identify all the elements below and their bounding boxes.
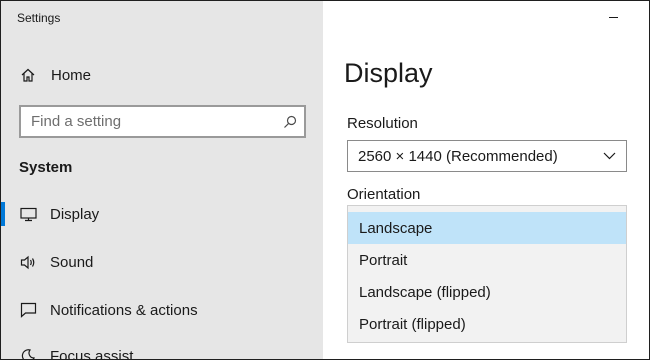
settings-window: Settings Home System [1,1,649,359]
resolution-value: 2560 × 1440 (Recommended) [358,147,558,165]
orientation-option-portrait-flipped[interactable]: Portrait (flipped) [348,308,626,340]
sidebar-item-label: Notifications & actions [50,301,198,319]
section-title: System [19,159,73,176]
search-box[interactable] [19,105,306,138]
home-nav-item[interactable]: Home [1,57,323,93]
message-icon [19,301,37,319]
home-icon [19,66,37,84]
sidebar-item-notifications[interactable]: Notifications & actions [1,290,323,330]
orientation-dropdown-list: Landscape Portrait Landscape (flipped) P… [347,205,627,343]
sidebar-item-display[interactable]: Display [1,194,323,234]
speaker-icon [19,253,37,271]
monitor-icon [19,205,37,223]
resolution-label: Resolution [347,115,418,132]
orientation-option-landscape[interactable]: Landscape [348,212,626,244]
sidebar: Settings Home System [1,1,323,359]
orientation-label: Orientation [347,186,421,203]
sidebar-item-sound[interactable]: Sound [1,242,323,282]
sidebar-item-focus-assist[interactable]: Focus assist [1,336,323,359]
sidebar-item-label: Focus assist [50,347,134,360]
sidebar-item-label: Sound [50,253,94,271]
app-title: Settings [17,11,61,25]
home-label: Home [51,66,92,84]
page-title: Display [344,58,433,88]
search-icon[interactable] [282,114,298,130]
main-content: Display Resolution 2560 × 1440 (Recommen… [323,1,649,359]
minimize-button[interactable] [605,9,621,25]
moon-icon [19,347,37,359]
orientation-option-portrait[interactable]: Portrait [348,244,626,276]
orientation-option-landscape-flipped[interactable]: Landscape (flipped) [348,276,626,308]
sidebar-item-label: Display [50,205,100,223]
resolution-dropdown[interactable]: 2560 × 1440 (Recommended) [347,140,627,172]
chevron-down-icon [602,149,616,163]
search-input[interactable] [31,113,282,130]
minimize-icon [608,16,618,18]
